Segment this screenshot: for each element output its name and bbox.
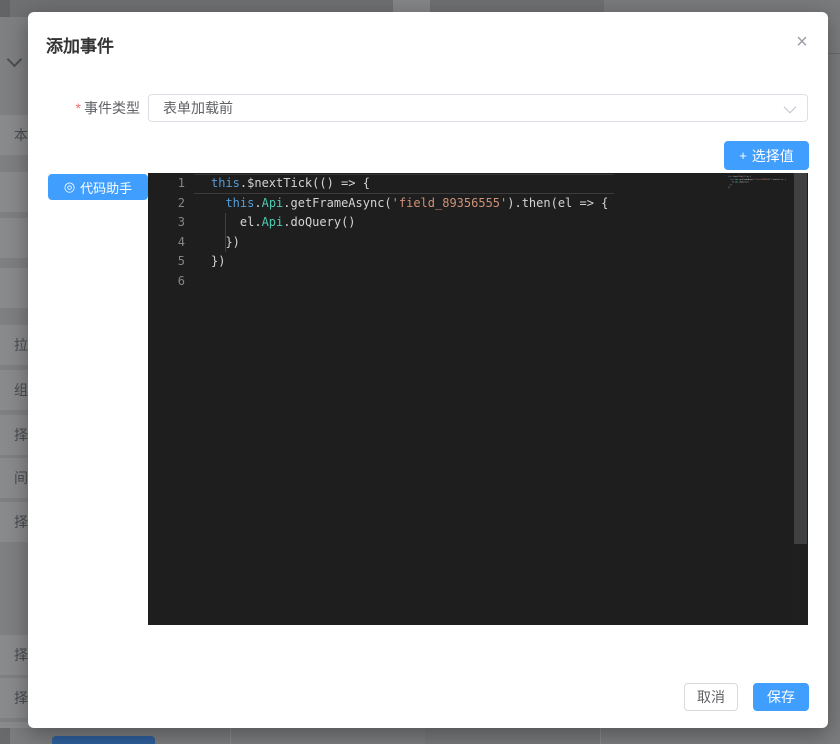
event-type-label: * 事件类型 bbox=[28, 94, 140, 122]
select-value-button[interactable]: + 选择值 bbox=[724, 141, 809, 170]
code-line: }) bbox=[211, 234, 240, 249]
background-panel-divider bbox=[600, 728, 601, 744]
dialog-title: 添加事件 bbox=[46, 37, 114, 56]
editor-scrollbar-thumb[interactable] bbox=[794, 173, 807, 544]
add-event-dialog: 添加事件 × * 事件类型 表单加载前 + 选择值 ◎ 代码助手 123456 t… bbox=[28, 12, 828, 728]
editor-code: this.$nextTick(() => { this.Api.getFrame… bbox=[211, 174, 608, 291]
collapse-chevron-icon bbox=[6, 51, 23, 68]
plus-icon: + bbox=[739, 148, 747, 163]
sidebar-component-chip bbox=[0, 268, 30, 308]
sidebar-component-chip: 拉 bbox=[0, 325, 30, 365]
event-type-select[interactable]: 表单加载前 bbox=[148, 94, 808, 122]
code-line: el.Api.doQuery() bbox=[211, 215, 356, 229]
chevron-down-icon bbox=[783, 100, 797, 114]
editor-scrollbar bbox=[793, 173, 808, 625]
sidebar-component-chip: 择 bbox=[0, 635, 30, 675]
required-mark: * bbox=[75, 100, 81, 116]
background-right-panel-divider bbox=[828, 53, 840, 54]
sidebar-component-chip bbox=[0, 172, 30, 212]
editor-gutter: 123456 bbox=[177, 176, 185, 288]
editor-minimap[interactable]: this.$nextTick(() => { this.Api.getFrame… bbox=[728, 175, 792, 255]
code-line: this.Api.getFrameAsync('field_89356555')… bbox=[225, 195, 609, 210]
sidebar-component-chip: 择 bbox=[0, 678, 30, 718]
code-helper-button-label: 代码助手 bbox=[80, 180, 133, 196]
sidebar-component-chip: 择 bbox=[0, 502, 30, 542]
code-line: this.$nextTick(() => { bbox=[211, 176, 370, 190]
code-line: }) bbox=[211, 254, 226, 268]
select-value-button-label: 选择值 bbox=[751, 147, 794, 164]
code-helper-button[interactable]: ◎ 代码助手 bbox=[48, 174, 148, 200]
background-primary-button bbox=[52, 736, 155, 744]
background-right-panel bbox=[828, 17, 840, 744]
code-editor[interactable]: 123456 this.$nextTick(() => { this.Api.g… bbox=[148, 173, 808, 625]
sidebar-component-chip: 间 bbox=[0, 458, 30, 498]
target-icon: ◎ bbox=[63, 179, 76, 194]
background-toolbar-corner bbox=[0, 0, 10, 17]
screen: 本拉组择间择择择 添加事件 × * 事件类型 表单加载前 + 选择值 ◎ 代码助手 bbox=[0, 0, 840, 744]
background-bottom-section bbox=[425, 728, 600, 744]
save-button-label: 保存 bbox=[767, 689, 795, 705]
sidebar-component-chip: 本 bbox=[0, 115, 30, 155]
close-icon[interactable]: × bbox=[788, 28, 816, 56]
sidebar-component-chip: 择 bbox=[0, 415, 30, 455]
sidebar-component-chip bbox=[0, 218, 30, 258]
event-type-label-text: 事件类型 bbox=[84, 100, 140, 116]
background-panel-divider bbox=[230, 728, 231, 744]
save-button[interactable]: 保存 bbox=[753, 683, 809, 711]
cancel-button[interactable]: 取消 bbox=[684, 683, 738, 711]
background-bottom-corner bbox=[0, 728, 10, 744]
minimap-code: this.$nextTick(() => { this.Api.getFrame… bbox=[728, 175, 792, 192]
cancel-button-label: 取消 bbox=[697, 689, 725, 705]
event-type-selected-value: 表单加载前 bbox=[163, 100, 233, 116]
sidebar-component-chip: 组 bbox=[0, 370, 30, 410]
